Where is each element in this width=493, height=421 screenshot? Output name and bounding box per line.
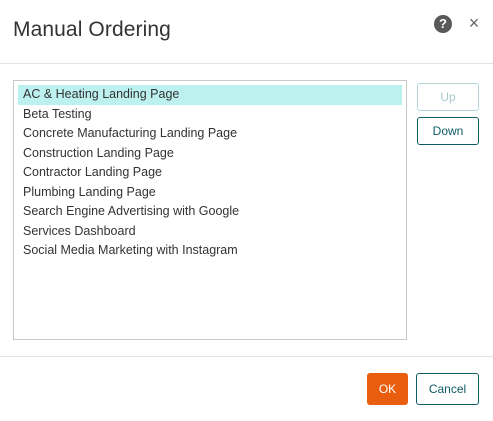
move-up-button[interactable]: Up xyxy=(417,83,479,111)
list-item[interactable]: Services Dashboard xyxy=(18,222,402,242)
cancel-button[interactable]: Cancel xyxy=(416,373,479,405)
move-down-button[interactable]: Down xyxy=(417,117,479,145)
ok-button[interactable]: OK xyxy=(367,373,408,405)
list-item[interactable]: Contractor Landing Page xyxy=(18,163,402,183)
footer-divider xyxy=(0,356,493,357)
manual-ordering-dialog: Manual Ordering ? × AC & Heating Landing… xyxy=(0,0,493,421)
ordering-list[interactable]: AC & Heating Landing Page Beta Testing C… xyxy=(13,80,407,340)
list-item[interactable]: Beta Testing xyxy=(18,105,402,125)
list-item[interactable]: Concrete Manufacturing Landing Page xyxy=(18,124,402,144)
dialog-title: Manual Ordering xyxy=(13,18,171,41)
list-item[interactable]: Construction Landing Page xyxy=(18,144,402,164)
list-item[interactable]: Search Engine Advertising with Google xyxy=(18,202,402,222)
dialog-header: Manual Ordering ? × xyxy=(0,0,493,64)
help-icon[interactable]: ? xyxy=(434,15,452,33)
list-item[interactable]: Social Media Marketing with Instagram xyxy=(18,241,402,261)
close-icon[interactable]: × xyxy=(466,13,482,33)
list-item[interactable]: Plumbing Landing Page xyxy=(18,183,402,203)
list-item[interactable]: AC & Heating Landing Page xyxy=(18,85,402,105)
